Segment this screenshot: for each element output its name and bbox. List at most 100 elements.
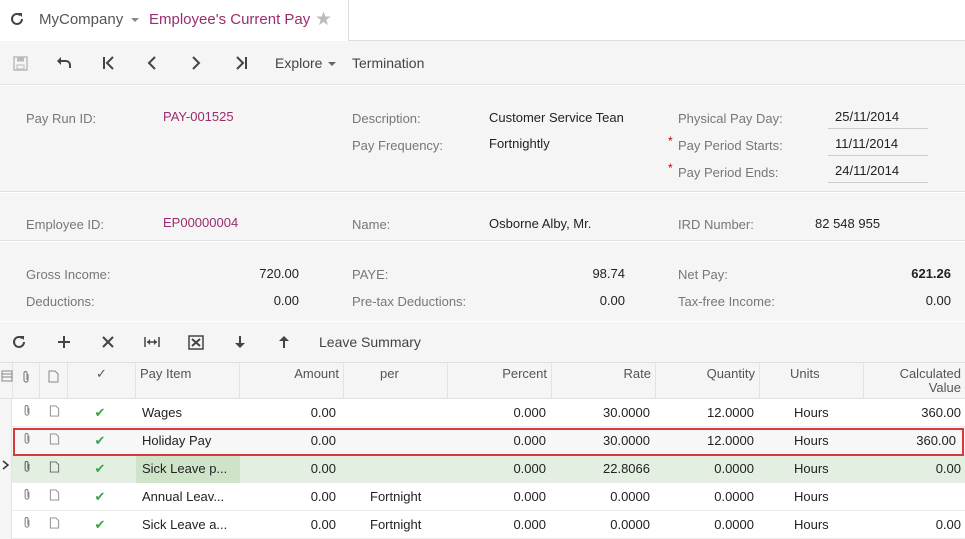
cell-quantity[interactable]: 12.0000 — [656, 399, 758, 427]
star-icon[interactable]: ★ — [315, 8, 332, 31]
chevron-down-icon[interactable] — [131, 18, 139, 22]
cell-per[interactable]: Fortnight — [366, 483, 446, 511]
cell-pay-item[interactable]: Sick Leave a... — [138, 511, 238, 539]
column-pay-item[interactable]: Pay Item — [136, 363, 240, 399]
add-row-icon[interactable] — [54, 333, 74, 351]
cell-amount[interactable]: 0.00 — [240, 483, 340, 511]
pay-run-id-link[interactable]: PAY-001525 — [163, 109, 234, 124]
pay-period-ends-field[interactable]: 24/11/2014 — [828, 161, 928, 183]
next-record-icon[interactable] — [187, 53, 205, 73]
cell-pay-item[interactable]: Annual Leav... — [138, 483, 238, 511]
cell-per[interactable] — [366, 427, 446, 455]
termination-button[interactable]: Termination — [352, 55, 424, 71]
cell-rate[interactable]: 0.0000 — [552, 511, 654, 539]
cell-rate[interactable]: 30.0000 — [552, 427, 654, 455]
column-per[interactable]: per — [344, 363, 448, 399]
cell-amount[interactable]: 0.00 — [240, 455, 340, 483]
cell-amount[interactable]: 0.00 — [240, 427, 340, 455]
pay-period-starts-label: Pay Period Starts: — [678, 138, 783, 153]
note-icon[interactable] — [40, 427, 68, 455]
previous-record-icon[interactable] — [143, 53, 161, 73]
export-excel-icon[interactable] — [186, 333, 206, 351]
physical-pay-day-field[interactable]: 25/11/2014 — [828, 107, 928, 129]
arrow-up-icon[interactable] — [274, 333, 294, 351]
cell-units[interactable]: Hours — [790, 455, 860, 483]
cell-units[interactable]: Hours — [790, 511, 860, 539]
column-rate[interactable]: Rate — [552, 363, 656, 399]
cell-units[interactable]: Hours — [790, 427, 860, 455]
cell-quantity[interactable]: 0.0000 — [656, 455, 758, 483]
cell-units[interactable]: Hours — [790, 399, 860, 427]
leave-summary-button[interactable]: Leave Summary — [319, 334, 421, 350]
table-row[interactable]: ✔ Annual Leav... 0.00 Fortnight 0.000 0.… — [0, 483, 965, 511]
pay-period-ends-label: Pay Period Ends: — [678, 165, 779, 180]
cell-pay-item[interactable]: Sick Leave p... — [136, 455, 240, 483]
table-row-active[interactable]: ✔ Sick Leave p... 0.00 0.000 22.8066 0.0… — [0, 455, 965, 483]
title-bar: MyCompany Employee's Current Pay ★ — [0, 0, 965, 41]
cell-amount[interactable]: 0.00 — [240, 399, 340, 427]
cell-quantity[interactable]: 0.0000 — [656, 483, 758, 511]
cell-quantity[interactable]: 0.0000 — [656, 511, 758, 539]
cell-percent[interactable]: 0.000 — [448, 483, 550, 511]
cell-per[interactable] — [366, 399, 446, 427]
check-icon[interactable]: ✔ — [68, 483, 132, 511]
cell-per[interactable]: Fortnight — [366, 511, 446, 539]
cell-rate[interactable]: 22.8066 — [552, 455, 654, 483]
delete-row-icon[interactable] — [98, 333, 118, 351]
refresh-icon[interactable] — [9, 333, 29, 351]
pay-items-grid: ✓ Pay Item Amount per Percent Rate Quant… — [0, 362, 965, 539]
pay-period-starts-field[interactable]: 11/11/2014 — [828, 134, 928, 156]
explore-menu[interactable]: Explore — [275, 55, 337, 71]
cell-percent[interactable]: 0.000 — [448, 455, 550, 483]
arrow-down-icon[interactable] — [230, 333, 250, 351]
check-icon[interactable]: ✔ — [68, 511, 132, 539]
table-row[interactable]: ✔ Sick Leave a... 0.00 Fortnight 0.000 0… — [0, 511, 965, 539]
paperclip-icon[interactable] — [13, 483, 40, 511]
table-row[interactable]: ✔ Wages 0.00 0.000 30.0000 12.0000 Hours… — [0, 399, 965, 427]
employee-id-link[interactable]: EP00000004 — [163, 215, 238, 230]
note-icon[interactable] — [40, 483, 68, 511]
cell-percent[interactable]: 0.000 — [448, 399, 550, 427]
paperclip-icon[interactable] — [13, 511, 40, 539]
cell-pay-item[interactable]: Holiday Pay — [138, 427, 238, 455]
save-icon[interactable] — [11, 53, 29, 73]
name-value: Osborne Alby, Mr. — [489, 216, 592, 231]
check-icon[interactable]: ✔ — [68, 399, 132, 427]
column-units[interactable]: Units — [760, 363, 864, 399]
column-percent[interactable]: Percent — [448, 363, 552, 399]
check-icon[interactable]: ✔ — [68, 455, 132, 483]
column-calculated-value-line1: Calculated — [899, 366, 961, 381]
cell-percent[interactable]: 0.000 — [448, 427, 550, 455]
column-quantity[interactable]: Quantity — [656, 363, 760, 399]
row-settings-header[interactable] — [0, 363, 13, 399]
paperclip-icon[interactable] — [13, 399, 40, 427]
column-calculated-value[interactable]: Calculated Value — [864, 363, 965, 399]
cell-pay-item[interactable]: Wages — [138, 399, 238, 427]
paperclip-icon[interactable] — [13, 455, 40, 483]
ird-number-label: IRD Number: — [678, 217, 754, 232]
description-value: Customer Service Tean — [489, 110, 624, 125]
fit-columns-icon[interactable] — [142, 333, 162, 351]
cell-rate[interactable]: 30.0000 — [552, 399, 654, 427]
first-record-icon[interactable] — [100, 53, 118, 73]
main-toolbar: Explore Termination — [0, 41, 965, 85]
paperclip-icon[interactable] — [13, 427, 40, 455]
grid-settings-icon — [1, 370, 13, 382]
undo-icon[interactable] — [55, 53, 73, 73]
company-name[interactable]: MyCompany — [39, 11, 123, 28]
table-row[interactable]: ✔ Holiday Pay 0.00 0.000 30.0000 12.0000… — [0, 427, 965, 455]
cell-per[interactable] — [366, 455, 446, 483]
last-record-icon[interactable] — [232, 53, 250, 73]
column-amount[interactable]: Amount — [240, 363, 344, 399]
refresh-icon[interactable] — [8, 10, 26, 28]
check-icon[interactable]: ✔ — [68, 427, 132, 455]
cell-quantity[interactable]: 12.0000 — [656, 427, 758, 455]
cell-units[interactable]: Hours — [790, 483, 860, 511]
cell-percent[interactable]: 0.000 — [448, 511, 550, 539]
note-icon[interactable] — [40, 511, 68, 539]
cell-amount[interactable]: 0.00 — [240, 511, 340, 539]
note-icon[interactable] — [40, 399, 68, 427]
cell-rate[interactable]: 0.0000 — [552, 483, 654, 511]
note-icon[interactable] — [40, 455, 68, 483]
pay-run-summary: Pay Run ID: PAY-001525 Description: Cust… — [0, 86, 965, 192]
